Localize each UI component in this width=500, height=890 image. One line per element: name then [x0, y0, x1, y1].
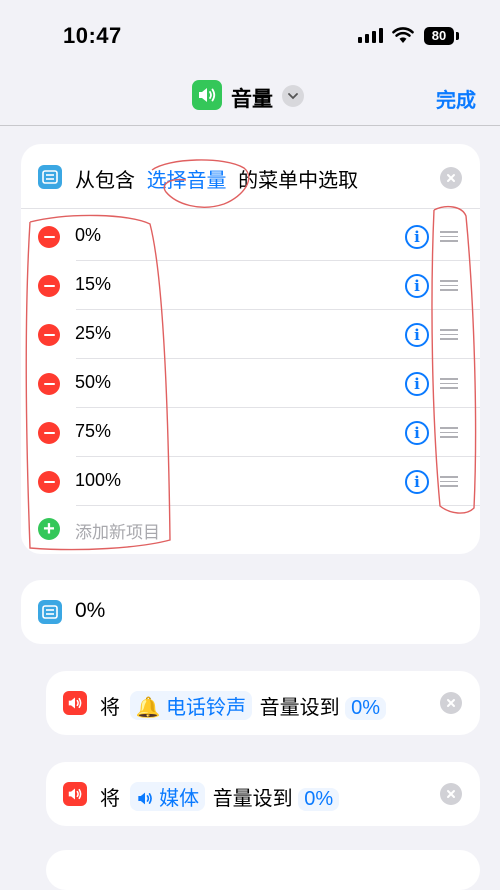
drag-handle-icon[interactable] [440, 427, 458, 441]
delete-item-button[interactable] [38, 471, 60, 493]
target-media-token[interactable]: 媒体 [129, 782, 206, 811]
battery-icon: 80 [424, 27, 454, 45]
menu-item-label[interactable]: 15% [75, 274, 111, 295]
add-item-button[interactable]: + [38, 518, 60, 540]
status-time: 10:47 [63, 23, 122, 48]
delete-item-button[interactable] [38, 226, 60, 248]
add-item-label[interactable]: 添加新项目 [75, 518, 160, 543]
speaker-icon[interactable] [192, 80, 222, 110]
status-bar: 10:47 80 [0, 0, 500, 70]
list-item: 25% i [21, 310, 480, 359]
drag-handle-icon[interactable] [440, 378, 458, 392]
list-item: 0% i [21, 212, 480, 261]
set-volume-card-ringtone: 将 🔔 电话铃声 音量设到 0% [46, 671, 480, 735]
will-label: 将 [100, 788, 120, 810]
choose-menu-header: 从包含 选择音量 的菜单中选取 [75, 164, 358, 193]
target-ringtone-token[interactable]: 🔔 电话铃声 [129, 691, 253, 720]
remove-action-button[interactable] [440, 692, 462, 714]
speaker-icon [63, 782, 87, 806]
shortcut-title[interactable]: 音量 [231, 83, 273, 113]
volume-value-token[interactable]: 0% [345, 697, 387, 720]
chevron-down-icon[interactable] [282, 85, 304, 107]
drag-handle-icon[interactable] [440, 231, 458, 245]
info-icon[interactable]: i [405, 470, 429, 494]
delete-item-button[interactable] [38, 275, 60, 297]
will-label: 将 [100, 697, 120, 719]
info-icon[interactable]: i [405, 225, 429, 249]
list-item: 75% i [21, 408, 480, 457]
choose-menu-token[interactable]: 选择音量 [147, 170, 227, 192]
speaker-icon [63, 691, 87, 715]
delete-item-button[interactable] [38, 324, 60, 346]
add-item-row[interactable]: + 添加新项目 [21, 506, 480, 555]
remove-action-button[interactable] [440, 783, 462, 805]
set-volume-sentence: 将 🔔 电话铃声 音量设到 0% [100, 691, 387, 720]
list-item: 15% i [21, 261, 480, 310]
menu-result-value: 0% [75, 599, 106, 622]
menu-item-label[interactable]: 100% [75, 470, 121, 491]
done-button[interactable]: 完成 [436, 84, 476, 113]
delete-item-button[interactable] [38, 422, 60, 444]
choose-menu-suffix: 的菜单中选取 [238, 170, 359, 192]
set-to-label: 音量设到 [259, 697, 340, 719]
battery-tip [456, 32, 459, 40]
wifi-icon [392, 27, 414, 43]
navigation-bar: 音量 完成 [0, 70, 500, 126]
list-item: 100% i [21, 457, 480, 506]
bell-icon: 🔔 [135, 697, 161, 719]
set-volume-card-media: 将 媒体 音量设到 0% [46, 762, 480, 826]
set-volume-sentence: 将 媒体 音量设到 0% [100, 782, 340, 811]
menu-icon [38, 165, 62, 189]
info-icon[interactable]: i [405, 323, 429, 347]
info-icon[interactable]: i [405, 274, 429, 298]
menu-item-label[interactable]: 0% [75, 225, 101, 246]
list-item: 50% i [21, 359, 480, 408]
choose-menu-prefix: 从包含 [75, 170, 135, 192]
target-media-label: 媒体 [159, 788, 200, 810]
drag-handle-icon[interactable] [440, 329, 458, 343]
drag-handle-icon[interactable] [440, 280, 458, 294]
volume-value-token[interactable]: 0% [298, 788, 340, 811]
set-to-label: 音量设到 [212, 788, 293, 810]
menu-item-label[interactable]: 50% [75, 372, 111, 393]
menu-result-card[interactable]: 0% [21, 580, 480, 644]
divider [21, 208, 480, 209]
speaker-icon [137, 792, 152, 805]
info-icon[interactable]: i [405, 372, 429, 396]
remove-action-button[interactable] [440, 167, 462, 189]
info-icon[interactable]: i [405, 421, 429, 445]
delete-item-button[interactable] [38, 373, 60, 395]
target-ringtone-label: 电话铃声 [166, 697, 247, 719]
next-action-card [46, 850, 480, 890]
menu-item-label[interactable]: 25% [75, 323, 111, 344]
menu-item-label[interactable]: 75% [75, 421, 111, 442]
cellular-signal-icon [358, 28, 383, 43]
drag-handle-icon[interactable] [440, 476, 458, 490]
menu-icon [38, 600, 62, 624]
